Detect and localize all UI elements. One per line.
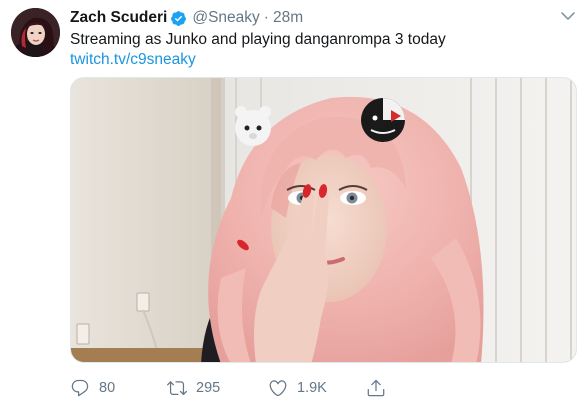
reply-button[interactable]: 80 [70,376,115,400]
author-handle[interactable]: @Sneaky [192,9,259,27]
retweet-button[interactable]: 295 [167,376,220,400]
tweet-actions: 80 295 1.9K [70,376,410,400]
tweet-timestamp[interactable]: 28m [273,9,303,27]
reply-count: 80 [99,380,116,396]
separator: · [263,9,269,26]
author-name[interactable]: Zach Scuderi [70,9,167,27]
retweet-icon [167,381,187,396]
tweet-card[interactable]: Zach Scuderi @Sneaky · 28m Streaming as … [0,0,588,401]
avatar-image [11,8,60,57]
tweet-header: Zach Scuderi @Sneaky · 28m [70,7,303,29]
share-button[interactable] [366,376,386,400]
like-button[interactable]: 1.9K [268,376,327,400]
retweet-count: 295 [196,380,221,396]
verified-badge-icon [170,10,187,27]
cosplay-photo [71,78,576,362]
tweet-text: Streaming as Junko and playing danganrom… [70,31,446,48]
tweet-media[interactable] [70,77,577,363]
share-icon [367,379,385,397]
tweet-link[interactable]: twitch.tv/c9sneaky [70,49,196,70]
like-count: 1.9K [297,380,327,396]
avatar[interactable] [11,8,60,57]
heart-icon [269,380,287,397]
chevron-down-icon[interactable] [560,10,576,22]
reply-icon [71,379,89,397]
